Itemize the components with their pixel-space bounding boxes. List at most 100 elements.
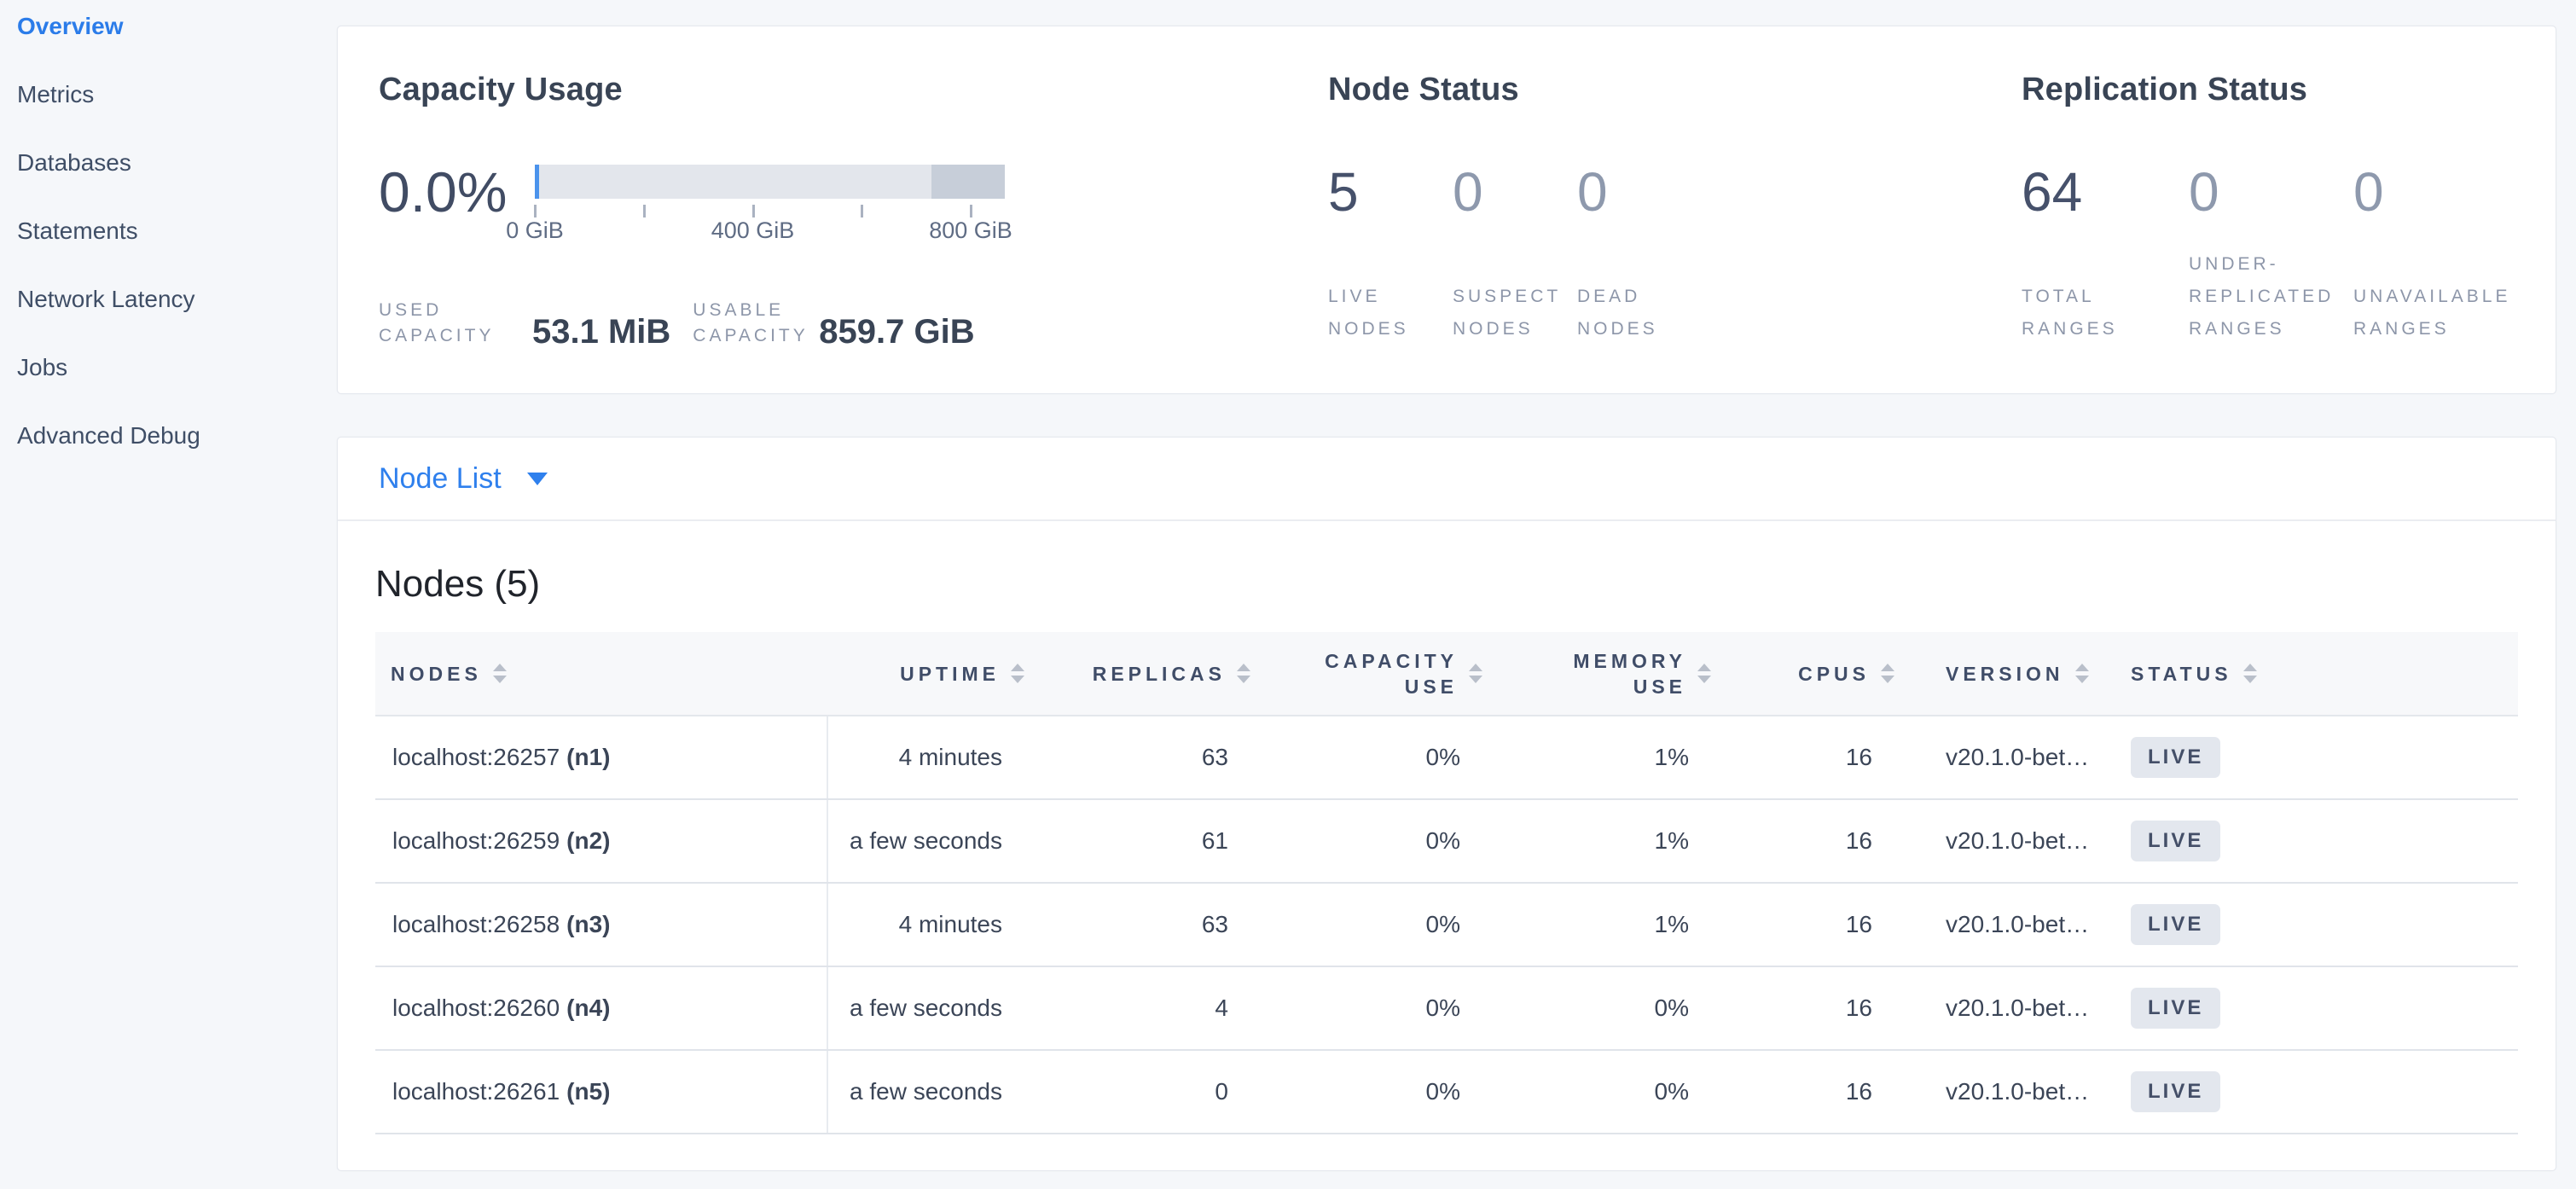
- node-list-dropdown[interactable]: Node List: [379, 462, 548, 496]
- replicas-cell: 61: [1045, 799, 1271, 883]
- node-name-cell[interactable]: localhost:26260(n4): [375, 966, 827, 1050]
- capacity-use-cell: 0%: [1271, 716, 1503, 799]
- memory-use-cell: 1%: [1503, 883, 1732, 966]
- status-badge: LIVE: [2131, 988, 2220, 1029]
- replication-status-section: Replication Status 64 0 0 TOTAL RANGES U…: [2022, 26, 2515, 393]
- node-status-title: Node Status: [1328, 71, 2022, 108]
- status-badge: LIVE: [2131, 1071, 2220, 1112]
- capacity-axis-ticks: [535, 199, 971, 218]
- unavailable-ranges-label: UNAVAILABLE RANGES: [2353, 281, 2509, 345]
- capacity-axis-labels: 0 GiB 400 GiB 800 GiB: [535, 218, 971, 243]
- node-list-selector-row: Node List: [338, 438, 2556, 521]
- sidebar-item-jobs[interactable]: Jobs: [17, 355, 337, 380]
- usable-capacity-label: USABLE CAPACITY: [693, 298, 805, 349]
- version-cell: v20.1.0-bet…: [1915, 883, 2098, 966]
- version-cell: v20.1.0-bet…: [1915, 1050, 2098, 1134]
- cpus-cell: 16: [1732, 883, 1915, 966]
- nodes-table-heading: Nodes (5): [375, 564, 2518, 605]
- memory-use-cell: 1%: [1503, 716, 1732, 799]
- usable-capacity-value: 859.7 GiB: [819, 315, 974, 349]
- main-content: Capacity Usage 0.0% 0 GiB 400 GiB 800 Gi…: [337, 26, 2556, 1171]
- status-cell: LIVE: [2098, 716, 2518, 799]
- status-cell: LIVE: [2098, 966, 2518, 1050]
- table-row: localhost:26261(n5) a few seconds 0 0% 0…: [375, 1050, 2518, 1134]
- node-name-cell[interactable]: localhost:26257(n1): [375, 716, 827, 799]
- capacity-stats: USED CAPACITY 53.1 MiB USABLE CAPACITY 8…: [379, 298, 1328, 349]
- sort-icon: [1237, 664, 1250, 683]
- uptime-cell: a few seconds: [827, 1050, 1045, 1134]
- node-name-cell[interactable]: localhost:26258(n3): [375, 883, 827, 966]
- nodes-table-area: Nodes (5) NODES UPTIME REPLICAS CAPACITY…: [338, 564, 2556, 1134]
- replication-stats: 64 0 0 TOTAL RANGES UNDER-REPLICATED RAN…: [2022, 165, 2515, 345]
- axis-label-400gib: 400 GiB: [711, 218, 795, 244]
- table-row: localhost:26260(n4) a few seconds 4 0% 0…: [375, 966, 2518, 1050]
- sidebar-item-statements[interactable]: Statements: [17, 218, 337, 244]
- sort-icon: [1011, 664, 1024, 683]
- dead-nodes-count: 0: [1577, 165, 2022, 219]
- capacity-use-cell: 0%: [1271, 883, 1503, 966]
- replicas-cell: 63: [1045, 883, 1271, 966]
- sort-icon: [493, 664, 507, 683]
- cpus-cell: 16: [1732, 799, 1915, 883]
- sidebar-item-network-latency[interactable]: Network Latency: [17, 287, 337, 312]
- capacity-usage-section: Capacity Usage 0.0% 0 GiB 400 GiB 800 Gi…: [379, 26, 1328, 393]
- replication-status-title: Replication Status: [2022, 71, 2515, 108]
- memory-use-cell: 0%: [1503, 1050, 1732, 1134]
- axis-label-800gib: 800 GiB: [929, 218, 1012, 244]
- column-header-nodes[interactable]: NODES: [375, 632, 827, 716]
- column-header-version[interactable]: VERSION: [1915, 632, 2098, 716]
- node-status-section: Node Status 5 0 0 LIVE NODES SUSPECT NOD…: [1328, 26, 2022, 393]
- nodes-table: NODES UPTIME REPLICAS CAPACITY USE MEMOR…: [375, 632, 2518, 1134]
- capacity-usage-title: Capacity Usage: [379, 71, 1328, 108]
- version-cell: v20.1.0-bet…: [1915, 716, 2098, 799]
- sidebar: Overview Metrics Databases Statements Ne…: [0, 0, 337, 1189]
- status-badge: LIVE: [2131, 737, 2220, 778]
- table-row: localhost:26259(n2) a few seconds 61 0% …: [375, 799, 2518, 883]
- uptime-cell: 4 minutes: [827, 716, 1045, 799]
- node-list-card: Node List Nodes (5) NODES UPTIME REPLICA…: [337, 437, 2556, 1171]
- column-header-memory-use[interactable]: MEMORY USE: [1503, 632, 1732, 716]
- capacity-use-cell: 0%: [1271, 1050, 1503, 1134]
- status-cell: LIVE: [2098, 883, 2518, 966]
- status-cell: LIVE: [2098, 1050, 2518, 1134]
- memory-use-cell: 1%: [1503, 799, 1732, 883]
- table-header-row: NODES UPTIME REPLICAS CAPACITY USE MEMOR…: [375, 632, 2518, 716]
- sort-icon: [1469, 664, 1482, 683]
- column-header-cpus[interactable]: CPUS: [1732, 632, 1915, 716]
- dead-nodes-label: DEAD NODES: [1577, 281, 1690, 345]
- sort-icon: [1881, 664, 1894, 683]
- status-cell: LIVE: [2098, 799, 2518, 883]
- cpus-cell: 16: [1732, 1050, 1915, 1134]
- capacity-gauge: 0.0% 0 GiB 400 GiB 800 GiB: [379, 165, 1328, 243]
- live-nodes-count: 5: [1328, 165, 1453, 219]
- cpus-cell: 16: [1732, 966, 1915, 1050]
- replicas-cell: 0: [1045, 1050, 1271, 1134]
- axis-label-0gib: 0 GiB: [506, 218, 564, 244]
- version-cell: v20.1.0-bet…: [1915, 799, 2098, 883]
- version-cell: v20.1.0-bet…: [1915, 966, 2098, 1050]
- column-header-replicas[interactable]: REPLICAS: [1045, 632, 1271, 716]
- table-row: localhost:26257(n1) 4 minutes 63 0% 1% 1…: [375, 716, 2518, 799]
- column-header-status[interactable]: STATUS: [2098, 632, 2518, 716]
- sidebar-item-advanced-debug[interactable]: Advanced Debug: [17, 423, 337, 449]
- suspect-nodes-label: SUSPECT NODES: [1453, 281, 1565, 345]
- capacity-use-cell: 0%: [1271, 966, 1503, 1050]
- column-header-uptime[interactable]: UPTIME: [827, 632, 1045, 716]
- column-header-capacity-use[interactable]: CAPACITY USE: [1271, 632, 1503, 716]
- capacity-gauge-bar: 0 GiB 400 GiB 800 GiB: [535, 165, 1005, 243]
- node-name-cell[interactable]: localhost:26259(n2): [375, 799, 827, 883]
- uptime-cell: a few seconds: [827, 799, 1045, 883]
- cpus-cell: 16: [1732, 716, 1915, 799]
- node-name-cell[interactable]: localhost:26261(n5): [375, 1050, 827, 1134]
- sidebar-item-databases[interactable]: Databases: [17, 150, 337, 176]
- memory-use-cell: 0%: [1503, 966, 1732, 1050]
- capacity-bar-track: [535, 165, 1005, 199]
- sidebar-item-overview[interactable]: Overview: [17, 14, 337, 39]
- table-row: localhost:26258(n3) 4 minutes 63 0% 1% 1…: [375, 883, 2518, 966]
- used-capacity-value: 53.1 MiB: [532, 315, 670, 349]
- unavailable-ranges-count: 0: [2353, 165, 2515, 219]
- replicas-cell: 4: [1045, 966, 1271, 1050]
- sidebar-item-metrics[interactable]: Metrics: [17, 82, 337, 107]
- node-status-stats: 5 0 0 LIVE NODES SUSPECT NODES DEAD NODE…: [1328, 165, 2022, 345]
- suspect-nodes-count: 0: [1453, 165, 1577, 219]
